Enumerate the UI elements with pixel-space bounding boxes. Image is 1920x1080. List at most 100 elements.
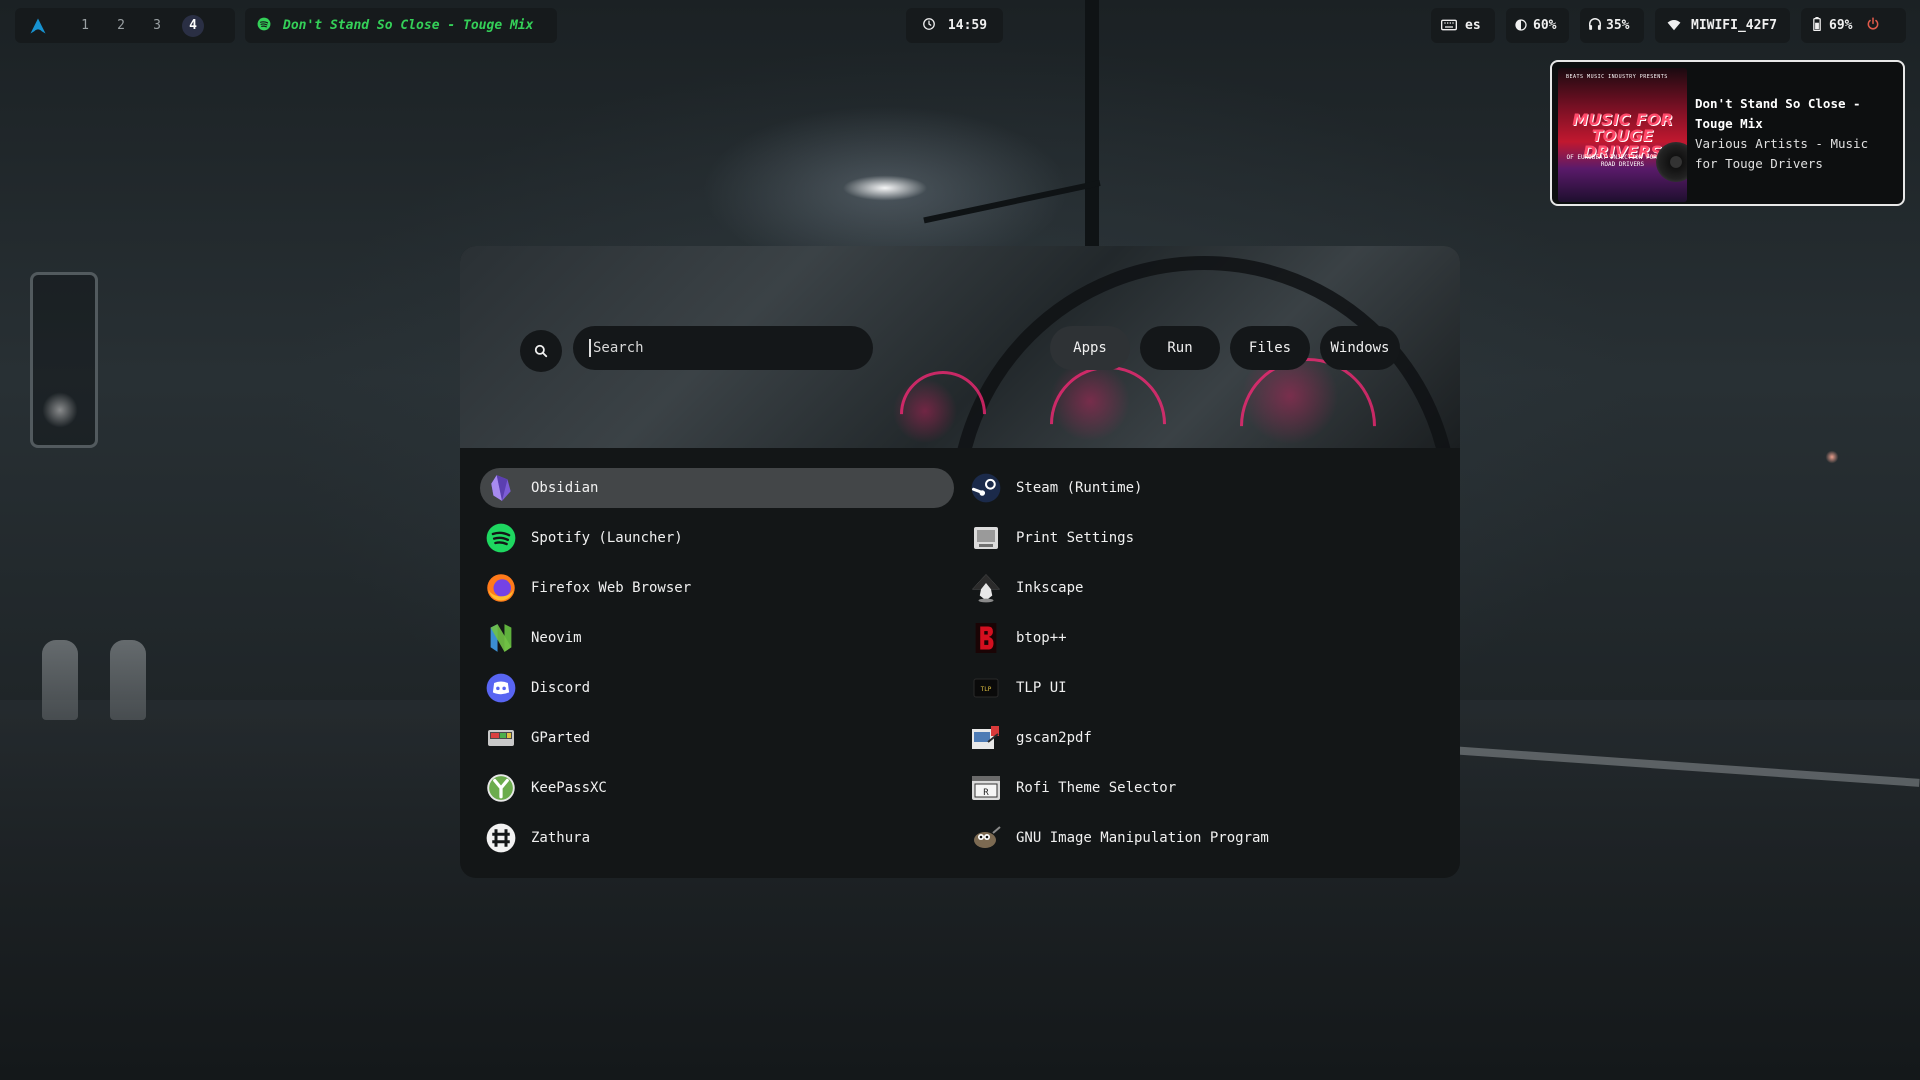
app-item-label: btop++ — [1016, 630, 1067, 646]
background-bollard — [42, 640, 78, 720]
volume-module[interactable]: 35% — [1580, 8, 1644, 43]
app-item-label: Rofi Theme Selector — [1016, 780, 1177, 796]
steam-icon — [971, 473, 1001, 503]
app-item-gimp[interactable]: GNU Image Manipulation Program — [965, 818, 1439, 858]
obsidian-icon — [486, 473, 516, 503]
wifi-icon — [1667, 16, 1681, 35]
keyboard-layout-text: es — [1465, 18, 1481, 33]
app-item-label: GNU Image Manipulation Program — [1016, 830, 1269, 846]
neovim-icon — [486, 623, 516, 653]
arch-logo-icon[interactable] — [27, 15, 49, 37]
app-item-neovim[interactable]: Neovim — [480, 618, 954, 658]
media-notification[interactable]: BEATS MUSIC INDUSTRY PRESENTS MUSIC FOR … — [1550, 60, 1905, 206]
brightness-module[interactable]: 60% — [1506, 8, 1569, 43]
spotify-icon — [486, 523, 516, 553]
app-item-discord[interactable]: Discord — [480, 668, 954, 708]
gscan2pdf-icon — [971, 723, 1001, 753]
workspaces-module: 1 2 3 4 — [15, 8, 235, 43]
background-traffic-light — [30, 272, 98, 448]
app-item-rofi-theme-selector[interactable]: R Rofi Theme Selector — [965, 768, 1439, 808]
keyboard-icon — [1441, 16, 1457, 35]
app-item-label: Spotify (Launcher) — [531, 530, 683, 546]
mode-files-button[interactable]: Files — [1230, 326, 1310, 370]
battery-text: 69% — [1829, 18, 1853, 33]
mode-apps-button[interactable]: Apps — [1050, 326, 1130, 370]
app-item-label: KeePassXC — [531, 780, 607, 796]
app-item-label: Steam (Runtime) — [1016, 480, 1143, 496]
app-item-label: Firefox Web Browser — [531, 580, 692, 596]
app-item-label: Discord — [531, 680, 591, 696]
keyboard-layout-module[interactable]: es — [1431, 8, 1495, 43]
workspace-label: 2 — [117, 18, 125, 33]
clock-icon — [922, 16, 936, 35]
app-item-keepassxc[interactable]: KeePassXC — [480, 768, 954, 808]
btop-icon — [971, 623, 1001, 653]
search-icon[interactable] — [520, 330, 562, 372]
app-item-label: Zathura — [531, 830, 591, 846]
workspace-1[interactable]: 1 — [67, 18, 103, 33]
wifi-ssid-text: MIWIFI_42F7 — [1691, 18, 1778, 33]
app-item-label: Neovim — [531, 630, 582, 646]
app-item-label: Inkscape — [1016, 580, 1084, 596]
app-item-label: Print Settings — [1016, 530, 1135, 546]
keepassxc-icon — [486, 773, 516, 803]
mode-windows-button[interactable]: Windows — [1320, 326, 1400, 370]
app-item-zathura[interactable]: Zathura — [480, 818, 954, 858]
app-item-label: Obsidian — [531, 480, 599, 496]
app-item-label: TLP UI — [1016, 680, 1067, 696]
clock-module[interactable]: 14:59 — [906, 8, 1003, 43]
app-item-steam[interactable]: Steam (Runtime) — [965, 468, 1439, 508]
search-input[interactable] — [589, 339, 857, 357]
svg-text:R: R — [983, 788, 989, 798]
search-field[interactable] — [573, 326, 873, 370]
mode-run-button[interactable]: Run — [1140, 326, 1220, 370]
spotify-icon — [257, 16, 271, 35]
battery-icon — [1813, 16, 1821, 35]
app-item-print-settings[interactable]: Print Settings — [965, 518, 1439, 558]
media-module[interactable]: Don't Stand So Close - Touge Mix — [245, 8, 557, 43]
vinyl-disc-image — [1656, 142, 1687, 182]
gimp-icon — [971, 823, 1001, 853]
now-playing-text: Don't Stand So Close - Touge Mix — [283, 18, 534, 33]
brightness-text: 60% — [1533, 18, 1557, 33]
svg-text:TLP: TLP — [981, 686, 992, 693]
launcher-banner-image: Apps Run Files Windows — [460, 246, 1460, 448]
app-item-gparted[interactable]: GParted — [480, 718, 954, 758]
discord-icon — [486, 673, 516, 703]
app-item-gscan2pdf[interactable]: gscan2pdf — [965, 718, 1439, 758]
gparted-icon — [486, 723, 516, 753]
printer-icon — [971, 523, 1001, 553]
app-item-tlp-ui[interactable]: TLP TLP UI — [965, 668, 1439, 708]
network-module[interactable]: MIWIFI_42F7 — [1655, 8, 1790, 43]
power-icon[interactable] — [1866, 16, 1880, 35]
notification-title: Don't Stand So Close - Touge Mix — [1695, 96, 1861, 131]
background-bollard — [110, 640, 146, 720]
app-item-label: gscan2pdf — [1016, 730, 1092, 746]
workspace-3[interactable]: 3 — [139, 18, 175, 33]
tlp-icon: TLP — [971, 673, 1001, 703]
workspace-label: 1 — [81, 18, 89, 33]
battery-module: 69% — [1801, 8, 1906, 43]
background-street-arm — [923, 180, 1101, 224]
app-item-btop[interactable]: btop++ — [965, 618, 1439, 658]
album-art: BEATS MUSIC INDUSTRY PRESENTS MUSIC FOR … — [1558, 68, 1687, 202]
app-launcher: Apps Run Files Windows Obsidian Spotify … — [460, 246, 1460, 878]
app-item-inkscape[interactable]: Inkscape — [965, 568, 1439, 608]
workspace-4[interactable]: 4 — [175, 14, 211, 37]
workspace-2[interactable]: 2 — [103, 18, 139, 33]
inkscape-icon — [971, 573, 1001, 603]
zathura-icon — [486, 823, 516, 853]
app-item-spotify[interactable]: Spotify (Launcher) — [480, 518, 954, 558]
firefox-icon — [486, 573, 516, 603]
app-item-firefox[interactable]: Firefox Web Browser — [480, 568, 954, 608]
headphones-icon — [1588, 16, 1602, 35]
app-item-label: GParted — [531, 730, 591, 746]
brightness-icon — [1515, 16, 1527, 35]
rofi-theme-icon: R — [971, 773, 1001, 803]
clock-time: 14:59 — [947, 18, 988, 33]
notification-body: Various Artists - Music for Touge Driver… — [1695, 136, 1869, 171]
volume-text: 35% — [1606, 18, 1630, 33]
workspace-label: 4 — [182, 14, 204, 37]
app-item-obsidian[interactable]: Obsidian — [480, 468, 954, 508]
workspace-label: 3 — [153, 18, 161, 33]
